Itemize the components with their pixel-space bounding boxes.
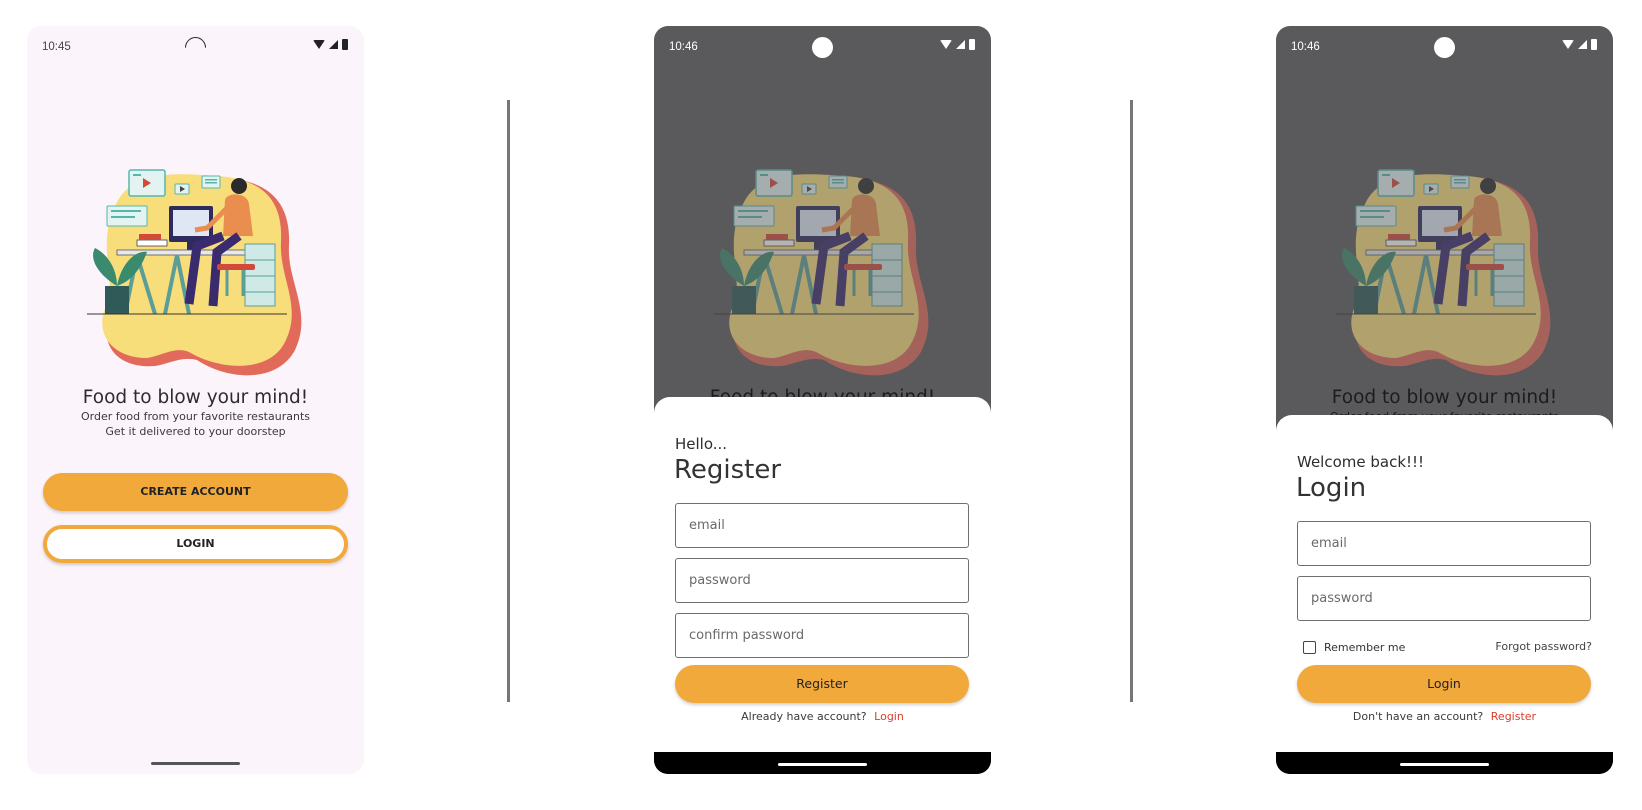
hero-subtitle: Order food from your favorite restaurant… bbox=[27, 409, 364, 439]
email-field[interactable] bbox=[1297, 521, 1591, 566]
welcome-screen: 10:45 Food to blow your mind! Order food… bbox=[27, 26, 364, 774]
navigation-bar bbox=[1276, 752, 1613, 774]
person-at-desk-illustration bbox=[704, 144, 941, 384]
register-heading: Register bbox=[674, 455, 782, 485]
greeting-text: Hello... bbox=[675, 435, 728, 453]
status-icons bbox=[1562, 39, 1597, 50]
register-button[interactable]: Register bbox=[675, 665, 969, 703]
gesture-nav-bar[interactable] bbox=[778, 763, 867, 766]
hero-subtitle-line-1: Order food from your favorite restaurant… bbox=[81, 410, 310, 423]
status-bar: 10:46 bbox=[1276, 26, 1613, 66]
person-at-desk-illustration bbox=[77, 144, 314, 384]
signal-icon bbox=[329, 40, 338, 49]
login-bottom-sheet: Welcome back!!! Login Remember me Forgot… bbox=[1276, 415, 1613, 752]
status-icons bbox=[940, 39, 975, 50]
navigation-bar bbox=[654, 752, 991, 774]
register-prompt-text: Don't have an account? bbox=[1352, 710, 1484, 723]
wifi-icon bbox=[1562, 40, 1574, 49]
confirm-password-field[interactable] bbox=[675, 613, 969, 658]
register-prompt: Don't have an account? Register bbox=[1276, 710, 1613, 723]
status-icons bbox=[313, 39, 348, 50]
forgot-password-link[interactable]: Forgot password? bbox=[1495, 640, 1592, 653]
gesture-nav-bar[interactable] bbox=[1400, 763, 1489, 766]
password-field[interactable] bbox=[1297, 576, 1591, 621]
login-prompt: Already have account? Login bbox=[654, 710, 991, 723]
status-time: 10:46 bbox=[1291, 41, 1320, 53]
create-account-button[interactable]: CREATE ACCOUNT bbox=[43, 473, 348, 511]
login-screen: 10:46 Food to blow your mind! Order food… bbox=[1276, 26, 1613, 774]
remember-me-label: Remember me bbox=[1324, 641, 1406, 654]
loading-spinner-icon bbox=[180, 32, 211, 63]
wifi-icon bbox=[313, 40, 325, 49]
register-bottom-sheet: Hello... Register Register Already have … bbox=[654, 397, 991, 752]
password-field[interactable] bbox=[675, 558, 969, 603]
hero-title: Food to blow your mind! bbox=[82, 387, 309, 408]
signal-icon bbox=[956, 40, 965, 49]
hero-title: Food to blow your mind! bbox=[1331, 387, 1558, 408]
battery-icon bbox=[969, 39, 975, 50]
status-time: 10:45 bbox=[42, 41, 71, 53]
login-button[interactable]: LOGIN bbox=[43, 525, 348, 563]
signal-icon bbox=[1578, 40, 1587, 49]
wifi-icon bbox=[940, 40, 952, 49]
battery-icon bbox=[342, 39, 348, 50]
gesture-nav-bar[interactable] bbox=[151, 762, 240, 765]
login-link[interactable]: Login bbox=[874, 710, 904, 723]
hero-subtitle-line-2: Get it delivered to your doorstep bbox=[105, 425, 286, 438]
login-heading: Login bbox=[1296, 473, 1367, 503]
remember-me-option[interactable]: Remember me bbox=[1303, 641, 1405, 654]
battery-icon bbox=[1591, 39, 1597, 50]
status-bar: 10:45 bbox=[27, 26, 364, 66]
remember-me-checkbox[interactable] bbox=[1303, 641, 1316, 654]
login-prompt-text: Already have account? bbox=[741, 710, 867, 723]
divider bbox=[507, 100, 510, 702]
greeting-text: Welcome back!!! bbox=[1297, 453, 1425, 471]
person-at-desk-illustration bbox=[1326, 144, 1563, 384]
camera-cutout bbox=[812, 37, 833, 58]
status-bar: 10:46 bbox=[654, 26, 991, 66]
divider bbox=[1130, 100, 1133, 702]
register-link[interactable]: Register bbox=[1491, 710, 1536, 723]
status-time: 10:46 bbox=[669, 41, 698, 53]
register-screen: 10:46 Food to blow your mind! Hello... R… bbox=[654, 26, 991, 774]
email-field[interactable] bbox=[675, 503, 969, 548]
login-button[interactable]: Login bbox=[1297, 665, 1591, 703]
camera-cutout bbox=[1434, 37, 1455, 58]
